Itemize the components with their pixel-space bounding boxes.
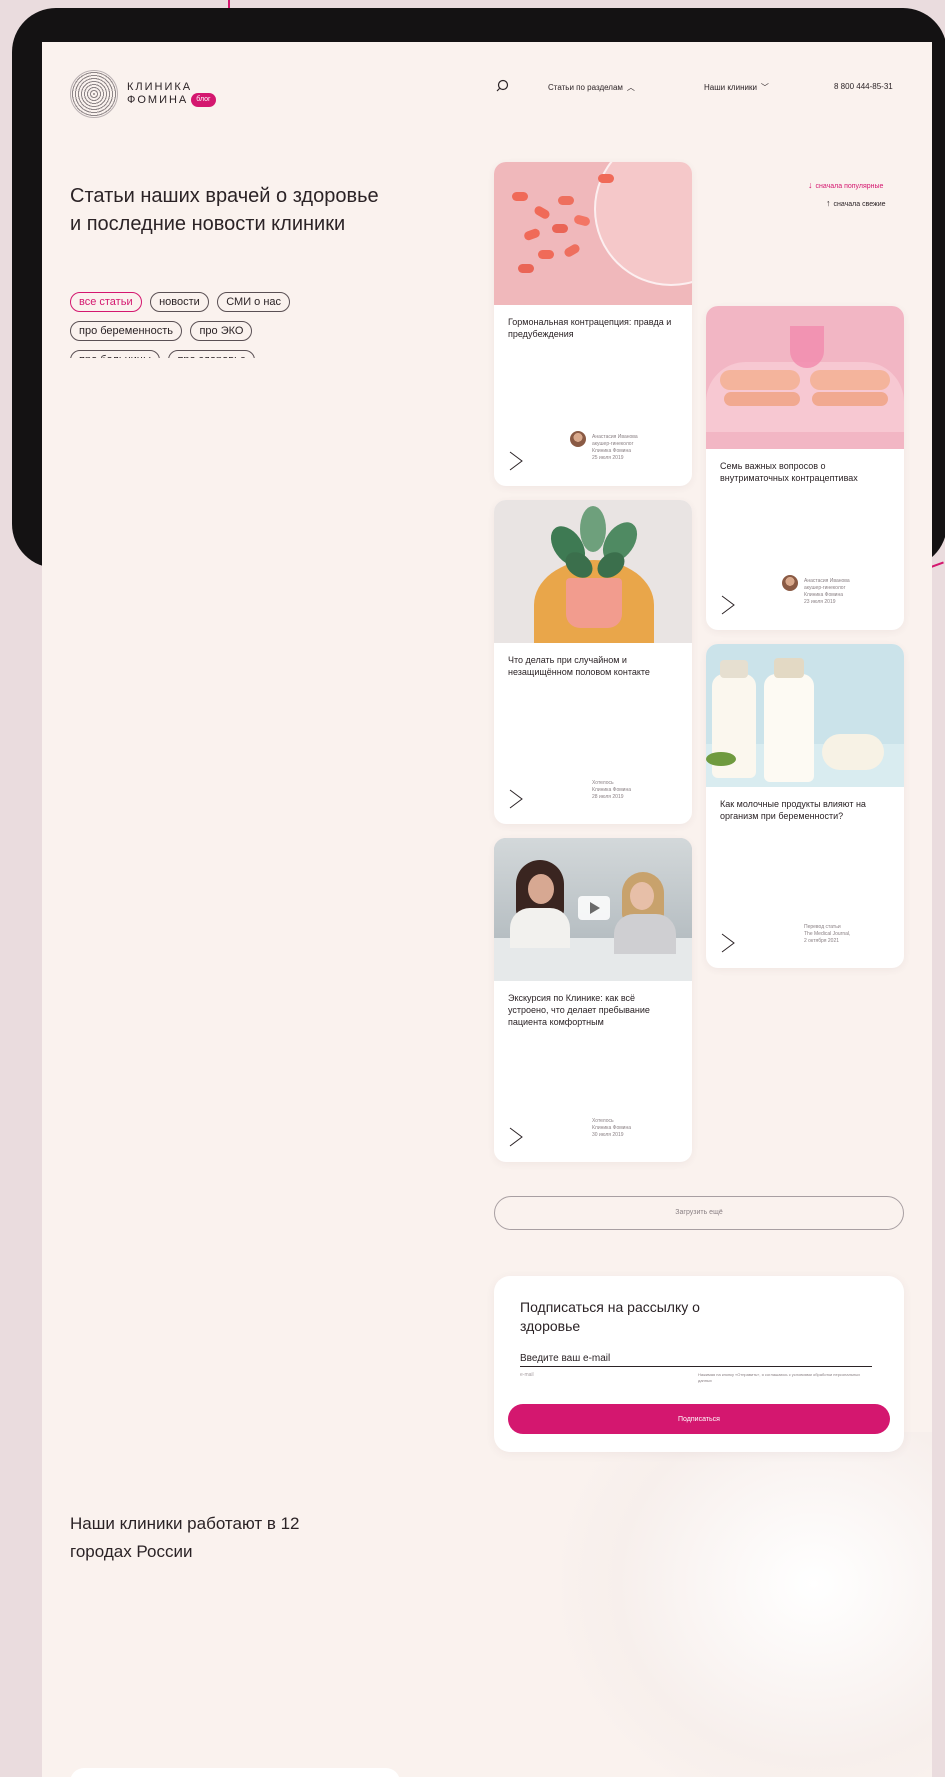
article-title: Семь важных вопросов о внутриматочных ко… xyxy=(720,461,858,483)
article-card[interactable]: Семь важных вопросов о внутриматочных ко… xyxy=(706,306,904,630)
load-more-button[interactable]: Загрузить ещё xyxy=(494,1196,904,1230)
article-card[interactable]: Гормональная контрацепция: правда и пред… xyxy=(494,162,692,486)
article-source: Хотелось xyxy=(592,1118,614,1124)
author-avatar xyxy=(782,575,798,591)
article-source: Перевод статьи xyxy=(804,924,841,930)
sort-fresh[interactable]: ↑ сначала свежие xyxy=(826,198,886,208)
tag-all-articles[interactable]: все статьи xyxy=(70,292,142,312)
arrow-down-icon: ↓ xyxy=(808,180,813,190)
article-source: Клиника Фомина xyxy=(804,592,843,598)
tag-ivf[interactable]: про ЭКО xyxy=(190,321,253,341)
chevron-up-icon: ︿ xyxy=(626,83,635,92)
article-meta: Хотелось Клиника Фомина 28 июля 2019 xyxy=(592,780,672,801)
pills-image xyxy=(494,162,692,305)
logo-line2: ФОМИНА xyxy=(127,93,189,106)
blog-page: КЛИНИКА ФОМИНА блог Статьи по разделам ︿ Н… xyxy=(42,42,932,1777)
chevron-down-icon: ﹀ xyxy=(760,83,769,92)
arrow-right-icon xyxy=(721,595,735,615)
cities-heading: Наши клиники работают в 12 городах Росси… xyxy=(70,1514,300,1561)
city-search-field[interactable] xyxy=(70,1768,400,1777)
author-role: акушер-гинеколог xyxy=(592,441,634,447)
author-avatar xyxy=(570,431,586,447)
article-card[interactable]: Как молочные продукты влияют на организм… xyxy=(706,644,904,968)
article-card[interactable]: Что делать при случайном и незащищённом … xyxy=(494,500,692,824)
tag-media[interactable]: СМИ о нас xyxy=(217,292,291,312)
phone-link[interactable]: 8 800 444-85-31 xyxy=(834,82,893,91)
sort-fresh-label: сначала свежие xyxy=(833,201,886,208)
play-button-icon[interactable] xyxy=(578,896,610,920)
article-source: Клиника Фомина xyxy=(592,448,631,454)
plant-image xyxy=(494,500,692,643)
milk-bottles-image xyxy=(706,644,904,787)
russia-map-image xyxy=(562,1432,932,1777)
article-title: Гормональная контрацепция: правда и пред… xyxy=(508,317,672,339)
article-date: 25 июля 2019 xyxy=(592,455,624,461)
arrow-right-icon xyxy=(721,933,735,953)
article-meta: Анастасия Иванова акушер-гинеколог Клини… xyxy=(804,578,884,606)
newsletter-form: Подписаться на рассылку о здоровье e-mai… xyxy=(494,1276,904,1452)
tag-news[interactable]: новости xyxy=(150,292,209,312)
article-meta: Хотелось Клиника Фомина 30 июля 2019 xyxy=(592,1118,672,1139)
article-card[interactable]: Экскурсия по Клинике: как всё устроено, … xyxy=(494,838,692,1162)
tags-cutoff xyxy=(70,358,370,376)
article-meta: Анастасия Иванова акушер-гинеколог Клини… xyxy=(592,434,672,462)
blog-badge: блог xyxy=(191,93,216,107)
article-title: Что делать при случайном и незащищённом … xyxy=(508,655,650,677)
arrow-right-icon xyxy=(509,1127,523,1147)
logo-line1: КЛИНИКА xyxy=(127,81,193,93)
newsletter-title: Подписаться на рассылку о здоровье xyxy=(520,1299,700,1334)
nav-sections-menu[interactable]: Статьи по разделам ︿ xyxy=(548,82,635,93)
article-date: 28 июля 2019 xyxy=(592,794,624,800)
arrow-right-icon xyxy=(509,451,523,471)
dotted-circle-logo-icon xyxy=(70,70,118,118)
search-icon[interactable] xyxy=(496,78,512,94)
article-meta: Перевод статьи The Medical Journal, 2 ок… xyxy=(804,924,884,945)
clinic-logo[interactable]: КЛИНИКА ФОМИНА блог xyxy=(70,70,216,118)
nav-clinics-menu[interactable]: Наши клиники ﹀ xyxy=(704,82,769,93)
arrow-right-icon xyxy=(509,789,523,809)
article-date: 30 июля 2019 xyxy=(592,1132,624,1138)
consent-text: Нажимая на кнопку «Отправить», я соглаша… xyxy=(698,1372,861,1383)
journal-name: The Medical Journal, xyxy=(804,931,851,937)
nav-clinics-label: Наши клиники xyxy=(704,83,757,92)
clinic-tour-video[interactable] xyxy=(494,838,692,981)
clinic-name: Клиника Фомина xyxy=(592,787,631,793)
sort-popular-label: сначала популярные xyxy=(815,183,884,190)
subscribe-button[interactable]: Подписаться xyxy=(508,1404,890,1434)
author-name: Анастасия Иванова xyxy=(804,578,850,584)
article-title: Как молочные продукты влияют на организм… xyxy=(720,799,866,821)
tag-pregnancy[interactable]: про беременность xyxy=(70,321,182,341)
nav-sections-label: Статьи по разделам xyxy=(548,83,623,92)
logo-text: КЛИНИКА ФОМИНА блог xyxy=(127,81,216,107)
email-hint: e-mail xyxy=(520,1372,534,1378)
article-source: Хотелось xyxy=(592,780,614,786)
clinic-name: Клиника Фомина xyxy=(592,1125,631,1131)
article-date: 2 октября 2021 xyxy=(804,938,839,944)
email-field[interactable] xyxy=(520,1350,872,1367)
author-role: акушер-гинеколог xyxy=(804,585,846,591)
cup-image xyxy=(706,306,904,449)
article-date: 23 июля 2019 xyxy=(804,599,836,605)
sort-popular[interactable]: ↓ сначала популярные xyxy=(808,180,883,190)
author-name: Анастасия Иванова xyxy=(592,434,638,440)
page-title: Статьи наших врачей о здоровье и последн… xyxy=(70,185,379,235)
arrow-up-icon: ↑ xyxy=(826,198,831,208)
article-title: Экскурсия по Клинике: как всё устроено, … xyxy=(508,993,650,1027)
